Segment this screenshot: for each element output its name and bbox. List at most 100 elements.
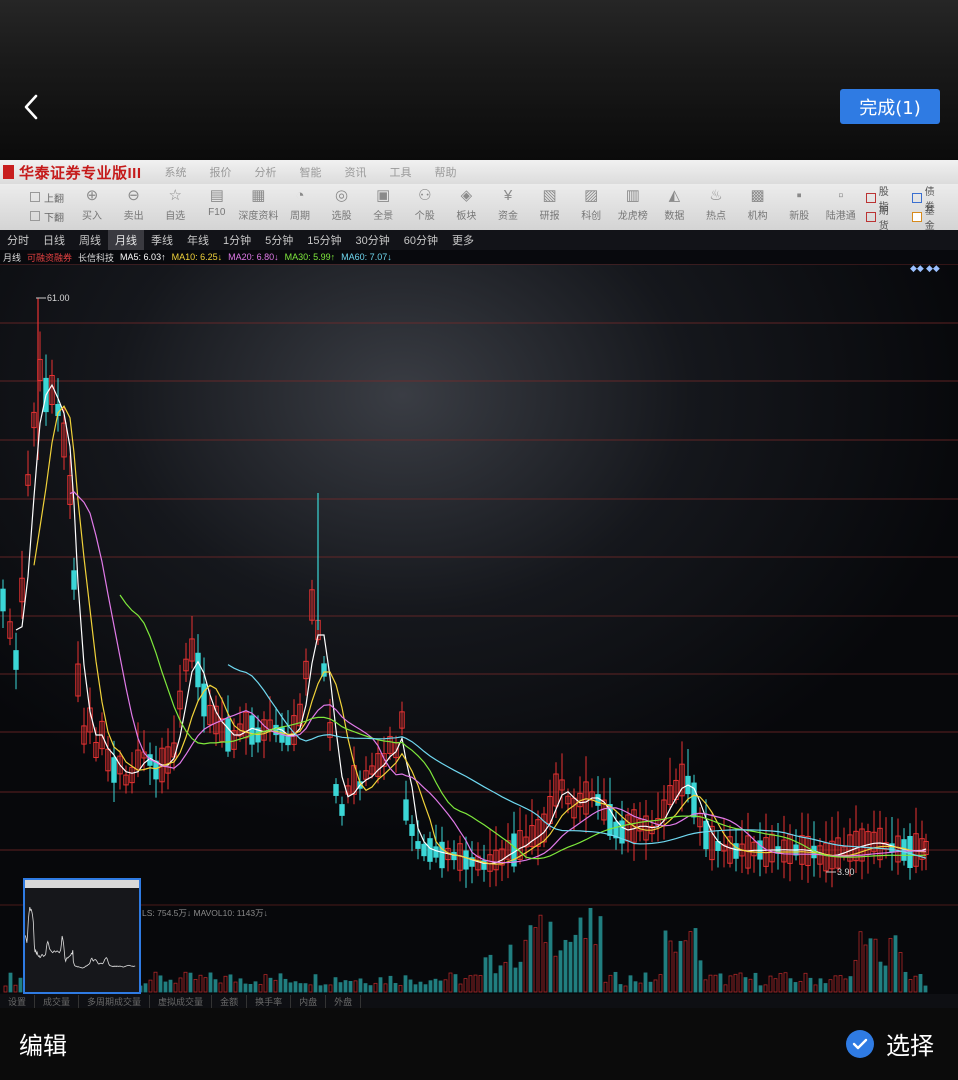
period-tabs: 分时 日线 周线 月线 季线 年线 1分钟 5分钟 15分钟 30分钟 60分钟 更多	[0, 230, 958, 250]
ma10-value: MA10: 6.25↓	[171, 252, 223, 262]
period-tab[interactable]: 更多	[445, 230, 481, 250]
indicator-tab[interactable]: 外盘	[326, 994, 362, 1008]
toolbar-icon: ▣	[376, 187, 391, 204]
toolbar-button[interactable]: ▨ 科创	[569, 187, 613, 222]
volume-bar	[513, 967, 518, 993]
volume-bar	[753, 972, 758, 993]
volume-legend: LS: 754.5万↓ MAVOL10: 1143万↓	[142, 908, 268, 918]
volume-bar	[208, 972, 213, 993]
ma-legend: 月线 可融资融券 长信科技 MA5: 6.03↑ MA10: 6.25↓ MA2…	[0, 250, 958, 264]
volume-bar	[393, 983, 398, 993]
indicator-tab[interactable]: 换手率	[247, 994, 292, 1008]
toolbar-button[interactable]: ▦ 深度资料	[236, 187, 280, 222]
ma60-value: MA60: 7.07↓	[341, 252, 392, 262]
toolbar-label: 自选	[165, 211, 186, 222]
toolbar-icon: ☆	[168, 187, 182, 204]
period-tab[interactable]: 1分钟	[216, 230, 258, 250]
menu-item[interactable]: 智能	[300, 164, 322, 180]
toolbar-label: 新股	[789, 211, 810, 222]
volume-bar	[818, 978, 823, 993]
toolbar-label: 选股	[331, 211, 352, 222]
toolbar-button[interactable]: ▤ F10	[195, 187, 239, 218]
period-tab[interactable]: 30分钟	[349, 230, 397, 250]
indicator-tab[interactable]: 设置	[0, 994, 36, 1008]
futures-link[interactable]: 期货	[866, 202, 898, 232]
toolbar-button[interactable]: ▫ 陆港通	[819, 187, 863, 222]
toolbar-button[interactable]: ◈ 板块	[444, 187, 488, 222]
volume-bar	[388, 975, 393, 993]
indicator-tab[interactable]: 成交量	[35, 994, 80, 1008]
volume-bar	[578, 917, 583, 993]
toolbar-button[interactable]: ⊖ 卖出	[112, 187, 156, 222]
indicator-tab[interactable]: 内盘	[291, 994, 327, 1008]
period-tab[interactable]: 分时	[0, 230, 36, 250]
menu-item[interactable]: 资讯	[345, 164, 367, 180]
toolbar-icon: ▥	[625, 187, 640, 204]
toolbar-button[interactable]: ⊕ 买入	[70, 187, 114, 222]
volume-bar	[718, 973, 723, 993]
toolbar-button[interactable]: ☆ 自选	[153, 187, 197, 222]
toolbar-button[interactable]: ◭ 数据	[652, 187, 696, 222]
period-tab[interactable]: 15分钟	[300, 230, 348, 250]
period-tab[interactable]: 周线	[72, 230, 108, 250]
period-tab[interactable]: 5分钟	[258, 230, 300, 250]
app-title: 华泰证券专业版III	[19, 164, 142, 182]
menu-item[interactable]: 系统	[165, 164, 187, 180]
page-down-button[interactable]: 下翻	[0, 207, 70, 226]
volume-bar	[678, 940, 683, 993]
period-tab[interactable]: 年线	[180, 230, 216, 250]
selected-thumbnail[interactable]	[23, 878, 141, 994]
volume-bar	[613, 971, 618, 993]
menu-item[interactable]: 报价	[210, 164, 232, 180]
volume-bar	[343, 980, 348, 993]
candle-body	[433, 846, 439, 858]
toolbar-button[interactable]: ▣ 全景	[361, 187, 405, 222]
toolbar-button[interactable]: ¥ 资金	[486, 187, 530, 222]
toolbar-button[interactable]: ⚇ 个股	[403, 187, 447, 222]
app-logo-icon	[3, 165, 14, 179]
toolbar-label: 龙虎榜	[617, 211, 648, 222]
toolbar-button[interactable]: ▪ 新股	[777, 187, 821, 222]
select-button[interactable]: 选择	[846, 1026, 934, 1061]
thumbnail-background	[25, 880, 139, 992]
page-up-button[interactable]: 上翻	[0, 188, 70, 207]
toolbar-button[interactable]: ▥ 龙虎榜	[611, 187, 655, 222]
toolbar-button[interactable]: ▩ 机构	[736, 187, 780, 222]
volume-bar	[483, 957, 488, 993]
fund-link[interactable]: 基金	[912, 202, 944, 232]
photo-preview: 61.00 3.90 LS: 754.5万↓ MAVOL10: 1143万↓ 华泰证…	[0, 160, 958, 1008]
chevron-left-icon	[24, 94, 38, 120]
indicator-tab[interactable]: 金额	[212, 994, 248, 1008]
menu-item[interactable]: 工具	[390, 164, 412, 180]
volume-bar	[318, 985, 323, 993]
period-tab[interactable]: 季线	[144, 230, 180, 250]
period-tab[interactable]: 日线	[36, 230, 72, 250]
expand-icon[interactable]: ◆◆	[926, 264, 940, 274]
toolbar-button[interactable]: ▧ 研报	[528, 187, 572, 222]
toolbar-button[interactable]: ♨ 热点	[694, 187, 738, 222]
back-button[interactable]	[14, 88, 48, 126]
toolbar-icon: ⊖	[127, 187, 140, 204]
indicator-tab[interactable]: 虚拟成交量	[150, 994, 213, 1008]
menu-item[interactable]: 帮助	[435, 164, 457, 180]
volume-bar	[453, 974, 458, 993]
chart-background	[0, 264, 958, 994]
expand-icon[interactable]: ◆◆	[910, 264, 924, 274]
period-tab[interactable]: 60分钟	[397, 230, 445, 250]
candle-body	[339, 804, 345, 816]
toolbar-button[interactable]: ◎ 选股	[320, 187, 364, 222]
volume-bar	[508, 944, 513, 993]
period-tab[interactable]: 月线	[108, 230, 144, 250]
volume-bar	[868, 938, 873, 993]
toolbar-label: 卖出	[123, 211, 144, 222]
toolbar-label: 全景	[373, 211, 394, 222]
candle-body	[907, 836, 913, 868]
toolbar-button[interactable]: ◔ 周期	[278, 187, 322, 222]
volume-bar	[413, 984, 418, 993]
done-button[interactable]: 完成(1)	[840, 89, 940, 124]
select-label: 选择	[886, 1032, 934, 1060]
indicator-tab[interactable]: 多周期成交量	[79, 994, 151, 1008]
menu-item[interactable]: 分析	[255, 164, 277, 180]
edit-button[interactable]: 编辑	[19, 1026, 67, 1061]
candlestick-chart: 61.00 3.90 LS: 754.5万↓ MAVOL10: 1143万↓	[0, 263, 958, 994]
